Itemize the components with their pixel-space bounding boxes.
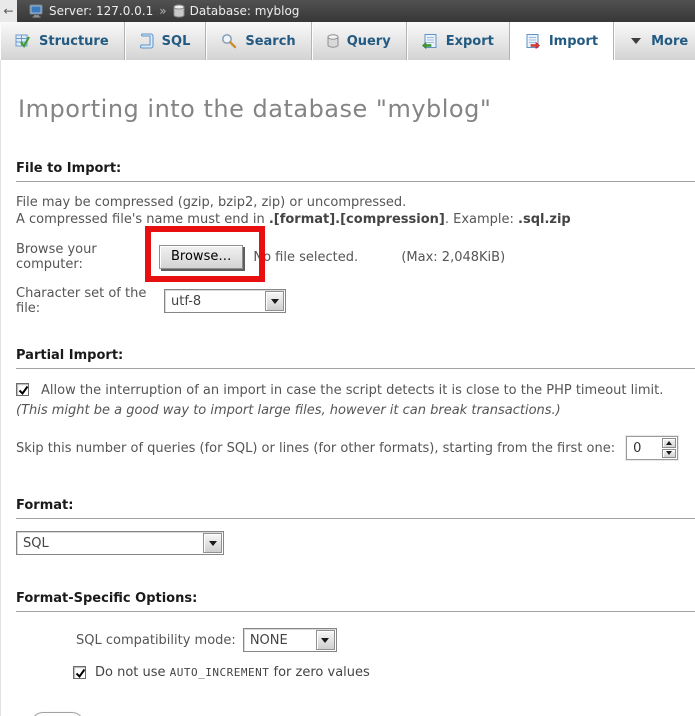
go-button[interactable]: Go (31, 712, 84, 716)
section-partial-import: Partial Import: Allow the interruption o… (16, 348, 695, 460)
page-title: Importing into the database "myblog" (16, 60, 695, 123)
section-heading-format-specific: Format-Specific Options: (16, 591, 695, 612)
chevron-down-icon (629, 36, 643, 46)
auto-increment-checkbox[interactable] (73, 666, 86, 679)
tab-label: Search (245, 34, 295, 49)
export-icon (422, 33, 438, 49)
tab-query[interactable]: Query (312, 22, 407, 60)
breadcrumb-server-label: Server: 127.0.0.1 (49, 4, 153, 18)
sql-compatibility-row: SQL compatibility mode: NONE (76, 628, 695, 652)
section-format-specific: Format-Specific Options: SQL compatibili… (16, 591, 695, 680)
allow-interruption-checkbox[interactable] (16, 383, 29, 396)
tab-label: Structure (39, 34, 109, 49)
tab-label: Export (446, 34, 494, 49)
format-select-arrow-icon[interactable] (203, 533, 222, 553)
skip-queries-value: 0 (627, 437, 661, 459)
allow-interruption-row: Allow the interruption of an import in c… (16, 381, 695, 421)
breadcrumb-database[interactable]: Database: myblog (173, 4, 300, 18)
skip-queries-row: Skip this number of queries (for SQL) or… (16, 436, 695, 460)
tab-import[interactable]: Import (510, 22, 614, 60)
sql-compatibility-label: SQL compatibility mode: (76, 633, 236, 648)
tab-search[interactable]: Search (206, 22, 311, 60)
browse-label: Browse your computer: (16, 242, 159, 272)
no-file-selected-text: No file selected. (253, 250, 401, 265)
allow-interruption-text: Allow the interruption of an import in c… (41, 383, 663, 398)
server-icon (29, 4, 44, 18)
section-format: Format: SQL (16, 498, 695, 555)
charset-select-value: utf-8 (165, 290, 264, 312)
tab-label: Import (549, 34, 598, 49)
format-select-value: SQL (17, 532, 202, 554)
tab-label: Query (347, 34, 391, 49)
section-heading-file-to-import: File to Import: (16, 161, 695, 182)
database-icon (173, 4, 185, 18)
charset-select[interactable]: utf-8 (164, 289, 286, 313)
sql-icon (140, 33, 154, 49)
query-icon (327, 33, 339, 49)
section-file-to-import: File to Import: File may be compressed (… (16, 161, 695, 316)
structure-icon (15, 33, 31, 49)
breadcrumb-bar: ← Server: 127.0.0.1 » Database: myblog (0, 0, 695, 22)
sql-compatibility-value: NONE (244, 629, 315, 651)
browse-row: Browse your computer: Browse… No file se… (16, 242, 695, 272)
tab-more[interactable]: More (614, 22, 695, 60)
auto-increment-row: Do not use AUTO_INCREMENT for zero value… (73, 665, 695, 680)
import-icon (525, 33, 541, 49)
skip-queries-label: Skip this number of queries (for SQL) or… (16, 441, 615, 456)
search-icon (221, 33, 237, 49)
file-compress-hint: File may be compressed (gzip, bzip2, zip… (16, 194, 695, 211)
tab-sql[interactable]: SQL (125, 22, 207, 60)
format-select[interactable]: SQL (16, 531, 224, 555)
auto-increment-text: Do not use AUTO_INCREMENT for zero value… (95, 665, 370, 680)
spinner-down-button[interactable] (662, 449, 676, 459)
tab-bar: Structure SQL Search Query Export Import (0, 22, 695, 60)
tab-label: More (651, 34, 688, 49)
skip-queries-spinner[interactable]: 0 (626, 436, 678, 460)
auto-increment-code: AUTO_INCREMENT (170, 666, 270, 679)
charset-select-arrow-icon[interactable] (265, 291, 284, 311)
charset-label: Character set of the file: (16, 286, 164, 316)
left-arrow-icon: ← (3, 4, 13, 18)
sql-compatibility-arrow-icon[interactable] (316, 630, 335, 650)
nav-collapse-button[interactable]: ← (0, 0, 17, 22)
section-heading-partial-import: Partial Import: (16, 348, 695, 369)
allow-interruption-note: (This might be a good way to import larg… (16, 403, 561, 418)
main-content: Importing into the database "myblog" Fil… (0, 60, 695, 716)
sql-compatibility-select[interactable]: NONE (243, 628, 337, 652)
section-heading-format: Format: (16, 498, 695, 519)
breadcrumb-server[interactable]: Server: 127.0.0.1 (29, 4, 153, 18)
breadcrumb-separator: » (159, 4, 166, 18)
file-naming-hint: A compressed file's name must end in .[f… (16, 211, 695, 228)
spinner-up-button[interactable] (662, 438, 676, 448)
tab-label: SQL (162, 34, 191, 49)
browse-button[interactable]: Browse… (159, 245, 243, 269)
tab-export[interactable]: Export (407, 22, 510, 60)
charset-row: Character set of the file: utf-8 (16, 286, 695, 316)
breadcrumb-database-label: Database: myblog (190, 4, 300, 18)
tab-structure[interactable]: Structure (0, 22, 125, 60)
max-upload-size: (Max: 2,048KiB) (401, 250, 505, 265)
